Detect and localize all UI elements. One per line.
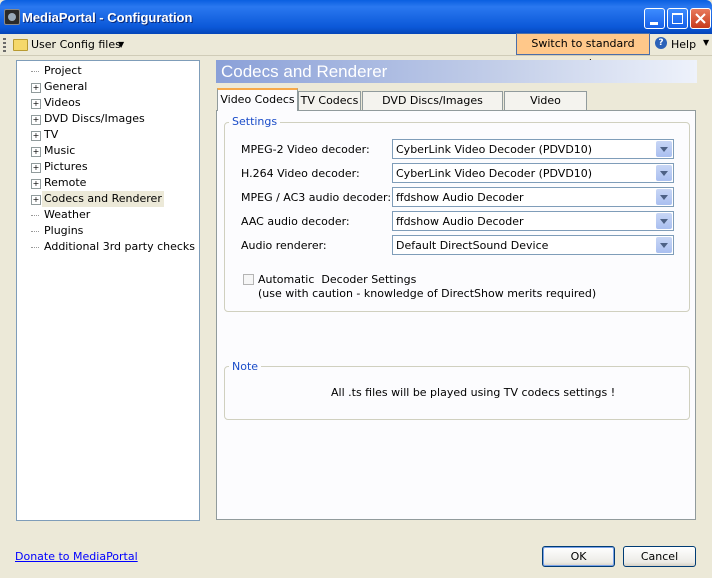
note-group-title: Note [229, 360, 262, 373]
settings-tree[interactable]: Project + General + Videos + DVD Discs/I… [16, 60, 200, 521]
tree-item-label: Remote [44, 176, 87, 189]
expand-icon[interactable]: + [31, 83, 41, 93]
select-value: ffdshow Audio Decoder [396, 215, 524, 228]
tab-tv-codecs[interactable]: TV Codecs [298, 91, 361, 110]
folder-icon [13, 39, 28, 51]
automatic-decoder-settings-checkbox[interactable] [243, 274, 254, 285]
user-config-files-menu[interactable]: User Config files [31, 38, 121, 51]
select-value: CyberLink Video Decoder (PDVD10) [396, 143, 593, 156]
select-value: Default DirectSound Device [396, 239, 549, 252]
settings-group-title: Settings [229, 115, 281, 128]
tree-item-label: Project [44, 64, 82, 77]
toolbar-grip[interactable] [3, 38, 6, 52]
help-icon[interactable]: ? [655, 37, 667, 49]
help-button[interactable]: Help [671, 38, 696, 51]
mpeg2-video-decoder-label: MPEG-2 Video decoder: [241, 143, 370, 156]
tree-item-label: Weather [44, 208, 91, 221]
tree-connector [31, 71, 39, 72]
tree-item-label: Plugins [44, 224, 84, 237]
expand-icon[interactable]: + [31, 115, 41, 125]
audio-renderer-label: Audio renderer: [241, 239, 327, 252]
maximize-button[interactable] [667, 8, 688, 29]
tree-connector [31, 231, 39, 232]
tree-item-label: Additional 3rd party checks [44, 240, 196, 253]
mpeg-ac3-audio-decoder-select[interactable]: ffdshow Audio Decoder [392, 187, 674, 207]
select-value: CyberLink Video Decoder (PDVD10) [396, 167, 593, 180]
mpeg2-video-decoder-select[interactable]: CyberLink Video Decoder (PDVD10) [392, 139, 674, 159]
tree-item-label: Codecs and Renderer [42, 191, 164, 207]
expand-icon[interactable]: + [31, 179, 41, 189]
chevron-down-icon[interactable] [656, 213, 672, 229]
panel-title: Codecs and Renderer [221, 62, 388, 81]
tree-item-label: General [44, 80, 88, 93]
aac-audio-decoder-select[interactable]: ffdshow Audio Decoder [392, 211, 674, 231]
close-button[interactable] [690, 8, 711, 29]
tree-item-label: Music [44, 144, 76, 157]
tree-item-label: DVD Discs/Images [44, 112, 145, 125]
tree-item-label: TV [44, 128, 59, 141]
automatic-decoder-settings-note: (use with caution - knowledge of DirectS… [258, 287, 597, 300]
chevron-down-icon[interactable] [656, 237, 672, 253]
tab-dvd-discs-images-codecs[interactable]: DVD Discs/Images Codecs [362, 91, 503, 124]
switch-mode-button[interactable]: Switch to standard mode [516, 33, 650, 70]
aac-audio-decoder-label: AAC audio decoder: [241, 215, 350, 228]
toolbar-overflow-icon[interactable]: ▼ [703, 38, 709, 47]
mpeg-ac3-audio-decoder-label: MPEG / AC3 audio decoder: [241, 191, 392, 204]
title-bar: MediaPortal - Configuration [0, 0, 712, 34]
chevron-down-icon[interactable] [656, 141, 672, 157]
expand-icon[interactable]: + [31, 99, 41, 109]
note-text: All .ts files will be played using TV co… [331, 386, 616, 399]
minimize-button[interactable] [644, 8, 665, 29]
tree-item-label: Videos [44, 96, 81, 109]
expand-icon[interactable]: + [31, 163, 41, 173]
automatic-decoder-settings-label[interactable]: Automatic Decoder Settings [258, 273, 416, 286]
h264-video-decoder-label: H.264 Video decoder: [241, 167, 360, 180]
tab-video-codecs[interactable]: Video Codecs [217, 88, 298, 111]
donate-link[interactable]: Donate to MediaPortal [15, 550, 138, 563]
chevron-down-icon[interactable] [656, 165, 672, 181]
h264-video-decoder-select[interactable]: CyberLink Video Decoder (PDVD10) [392, 163, 674, 183]
tab-video-renderer[interactable]: Video Renderer [504, 91, 587, 124]
expand-icon[interactable]: + [31, 195, 41, 205]
audio-renderer-select[interactable]: Default DirectSound Device [392, 235, 674, 255]
tree-connector [31, 247, 39, 248]
close-icon [695, 13, 706, 24]
dropdown-arrow-icon[interactable]: ▼ [118, 40, 124, 49]
panel-header: Codecs and Renderer [216, 60, 697, 83]
cancel-button[interactable]: Cancel [623, 546, 696, 567]
ok-button[interactable]: OK [542, 546, 615, 567]
tree-item-label: Pictures [44, 160, 88, 173]
expand-icon[interactable]: + [31, 147, 41, 157]
window-title: MediaPortal - Configuration [22, 10, 193, 25]
expand-icon[interactable]: + [31, 131, 41, 141]
select-value: ffdshow Audio Decoder [396, 191, 524, 204]
app-icon [4, 9, 20, 25]
tree-connector [31, 215, 39, 216]
chevron-down-icon[interactable] [656, 189, 672, 205]
